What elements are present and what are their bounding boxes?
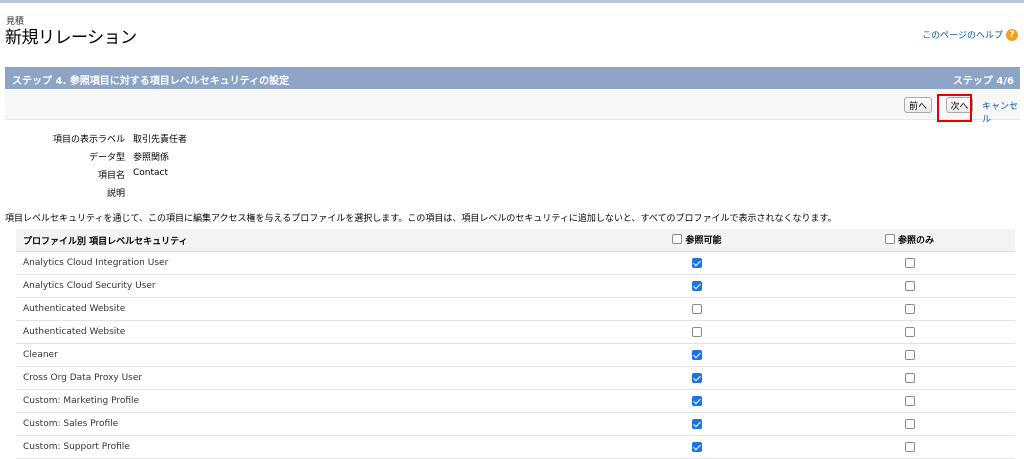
readonly-column-header: 参照のみ bbox=[804, 229, 1015, 252]
readonly-checkbox[interactable] bbox=[904, 303, 915, 314]
visible-checkbox[interactable] bbox=[692, 372, 702, 383]
previous-button[interactable]: 前へ bbox=[904, 97, 932, 113]
select-all-readonly-checkbox[interactable] bbox=[884, 234, 895, 245]
visible-checkbox[interactable] bbox=[692, 349, 702, 360]
visible-checkbox[interactable] bbox=[692, 280, 702, 291]
info-value: 取引先責任者 bbox=[133, 135, 188, 145]
readonly-checkbox[interactable] bbox=[904, 280, 915, 291]
step-count: ステップ 4/6 bbox=[952, 76, 1014, 87]
readonly-checkbox[interactable] bbox=[904, 395, 915, 406]
readonly-checkbox[interactable] bbox=[904, 418, 915, 429]
profile-name: Custom: Sales Profile bbox=[16, 412, 590, 436]
visible-checkbox[interactable] bbox=[692, 257, 702, 268]
visible-checkbox[interactable] bbox=[692, 395, 702, 406]
step-title: ステップ 4. 参照項目に対する項目レベルセキュリティの設定 bbox=[12, 76, 290, 87]
top-border bbox=[0, 0, 1024, 3]
visible-checkbox[interactable] bbox=[692, 418, 702, 429]
table-row: Custom: Sales Profile bbox=[16, 412, 1015, 436]
visible-header-label: 参照可能 bbox=[685, 235, 722, 246]
visible-checkbox[interactable] bbox=[692, 303, 702, 314]
table-row: Authenticated Website bbox=[16, 320, 1015, 344]
step-header: ステップ 4. 参照項目に対する項目レベルセキュリティの設定 ステップ 4/6 bbox=[5, 67, 1020, 89]
table-row: Authenticated Website bbox=[16, 297, 1015, 321]
info-label: 項目名 bbox=[97, 171, 125, 181]
fls-description: 項目レベルセキュリティを通じて、この項目に編集アクセス権を与えるプロファイルを選… bbox=[5, 214, 837, 224]
table-row: Cleaner bbox=[16, 343, 1015, 367]
profile-name: Authenticated Website bbox=[16, 297, 590, 321]
field-level-security-table: プロファイル別 項目レベルセキュリティ 参照可能 参照のみ Analytics … bbox=[16, 229, 1015, 459]
visible-checkbox[interactable] bbox=[692, 441, 702, 452]
readonly-header-label: 参照のみ bbox=[897, 235, 934, 246]
select-all-visible-checkbox[interactable] bbox=[672, 234, 683, 245]
profile-name: Cross Org Data Proxy User bbox=[16, 366, 590, 390]
page-title: 新規リレーション bbox=[5, 28, 137, 48]
info-label: データ型 bbox=[88, 153, 125, 163]
table-row: Custom: Marketing Profile bbox=[16, 389, 1015, 413]
visible-checkbox[interactable] bbox=[692, 326, 702, 337]
visible-column-header: 参照可能 bbox=[590, 229, 804, 252]
readonly-checkbox[interactable] bbox=[904, 441, 915, 452]
profile-column-header: プロファイル別 項目レベルセキュリティ bbox=[16, 229, 590, 252]
help-link-label[interactable]: このページのヘルプ bbox=[922, 28, 1003, 41]
question-circle-icon[interactable]: ? bbox=[1006, 28, 1018, 41]
button-row: 前へ 次へ キャンセル bbox=[5, 89, 1020, 125]
readonly-checkbox[interactable] bbox=[904, 326, 915, 337]
readonly-checkbox[interactable] bbox=[904, 349, 915, 360]
help-link[interactable]: このページのヘルプ ? bbox=[922, 28, 1018, 41]
readonly-checkbox[interactable] bbox=[904, 257, 915, 268]
info-label: 説明 bbox=[106, 189, 125, 199]
table-row: Cross Org Data Proxy User bbox=[16, 366, 1015, 390]
info-label: 項目の表示ラベル bbox=[52, 135, 125, 145]
profile-name: Cleaner bbox=[16, 343, 590, 367]
cancel-link[interactable]: キャンセル bbox=[982, 99, 1020, 125]
info-value: Contact bbox=[133, 168, 169, 178]
table-header-row: プロファイル別 項目レベルセキュリティ 参照可能 参照のみ bbox=[16, 229, 1015, 252]
table-row: Analytics Cloud Security User bbox=[16, 274, 1015, 298]
table-row: Custom: Support Profile bbox=[16, 435, 1015, 459]
info-value: 参照関係 bbox=[133, 153, 170, 163]
readonly-checkbox[interactable] bbox=[904, 372, 915, 383]
profile-name: Custom: Marketing Profile bbox=[16, 389, 590, 413]
profile-name: Custom: Support Profile bbox=[16, 435, 590, 459]
table-row: Analytics Cloud Integration User bbox=[16, 251, 1015, 275]
profile-name: Analytics Cloud Integration User bbox=[16, 251, 590, 275]
profile-name: Authenticated Website bbox=[16, 320, 590, 344]
profile-name: Analytics Cloud Security User bbox=[16, 274, 590, 298]
next-button-highlight bbox=[937, 94, 972, 122]
